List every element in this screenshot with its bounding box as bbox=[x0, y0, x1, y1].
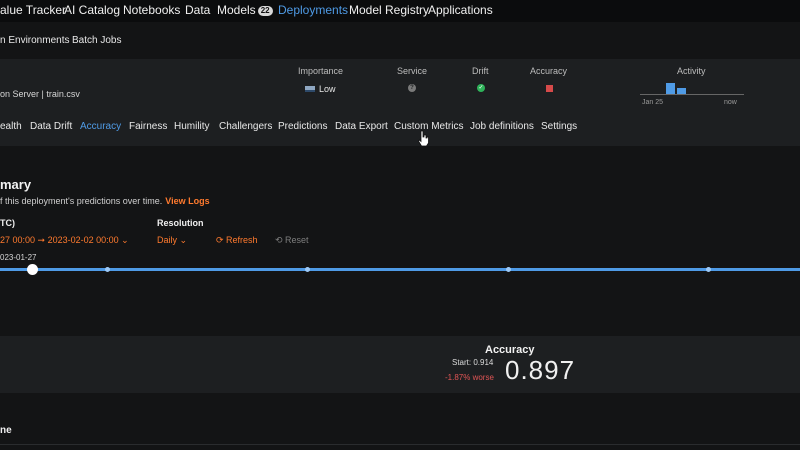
reset-button[interactable]: ⟲ Reset bbox=[275, 235, 309, 246]
metric-change: -1.87% worse bbox=[445, 373, 494, 382]
tab-job-definitions[interactable]: Job definitions bbox=[470, 121, 534, 132]
metric-current-value: 0.897 bbox=[505, 355, 576, 385]
resolution-select[interactable]: Daily ⌄ bbox=[157, 235, 187, 246]
section-title: mary bbox=[0, 177, 32, 192]
nav-models[interactable]: Models 22 bbox=[217, 3, 273, 17]
timeline-track[interactable] bbox=[0, 268, 800, 271]
sub-nav: n Environments Batch Jobs bbox=[0, 22, 800, 59]
importance-label: Low bbox=[319, 84, 336, 94]
metric-start-value: Start: 0.914 bbox=[452, 358, 494, 367]
service-unknown-icon[interactable]: ? bbox=[408, 84, 416, 92]
refresh-button[interactable]: ⟳ Refresh bbox=[216, 235, 258, 246]
nav-notebooks[interactable]: Notebooks bbox=[123, 3, 180, 17]
importance-header: Importance bbox=[298, 66, 344, 76]
nav-data[interactable]: Data bbox=[185, 3, 210, 17]
drift-header: Drift bbox=[472, 66, 489, 76]
metric-panel bbox=[0, 336, 800, 393]
tab-accuracy[interactable]: Accuracy bbox=[80, 121, 121, 132]
timeline-marker bbox=[305, 267, 310, 272]
slider-start-date: 023-01-27 bbox=[0, 253, 37, 262]
date-range-picker[interactable]: 27 00:00 ➞ 2023-02-02 00:00 ⌄ bbox=[0, 235, 129, 246]
service-header: Service bbox=[397, 66, 428, 76]
timeline-marker bbox=[706, 267, 711, 272]
timeline-slider-handle[interactable] bbox=[27, 264, 38, 275]
view-logs-link[interactable]: View Logs bbox=[165, 196, 209, 206]
timeline-marker bbox=[506, 267, 511, 272]
activity-axis bbox=[640, 94, 744, 95]
importance-value: Low bbox=[305, 84, 336, 94]
activity-header: Activity bbox=[677, 66, 706, 76]
models-count-badge: 22 bbox=[257, 6, 273, 16]
resolution-label: Resolution bbox=[157, 218, 204, 228]
importance-icon bbox=[305, 86, 315, 92]
subnav-batch-jobs[interactable]: Batch Jobs bbox=[72, 35, 121, 46]
nav-applications[interactable]: Applications bbox=[428, 3, 493, 17]
divider bbox=[0, 444, 800, 445]
description-text: f this deployment's predictions over tim… bbox=[0, 196, 163, 206]
tab-settings[interactable]: Settings bbox=[541, 121, 577, 132]
accuracy-header: Accuracy bbox=[530, 66, 568, 76]
tab-humility[interactable]: Humility bbox=[174, 121, 210, 132]
tab-data-drift[interactable]: Data Drift bbox=[30, 121, 72, 132]
nav-value-tracker[interactable]: alue Tracker bbox=[0, 3, 66, 17]
hand-cursor-icon bbox=[417, 130, 429, 146]
deployment-dataset: on Server | train.csv bbox=[0, 89, 80, 99]
subnav-environments[interactable]: n Environments bbox=[0, 35, 69, 46]
tab-service-health[interactable]: ealth bbox=[0, 121, 22, 132]
deployment-summary-panel: on Server | train.csv Importance Service… bbox=[0, 59, 800, 146]
nav-model-registry[interactable]: Model Registry bbox=[349, 3, 429, 17]
accuracy-failing-icon[interactable] bbox=[546, 85, 553, 92]
tab-challengers[interactable]: Challengers bbox=[219, 121, 272, 132]
range-label: TC) bbox=[0, 218, 15, 228]
top-nav: alue Tracker AI Catalog Notebooks Data M… bbox=[0, 0, 800, 22]
timeline-marker bbox=[105, 267, 110, 272]
bottom-section-label: ne bbox=[0, 425, 12, 436]
activity-tick-now: now bbox=[724, 99, 737, 106]
tab-fairness[interactable]: Fairness bbox=[129, 121, 167, 132]
drift-ok-icon[interactable]: ✓ bbox=[477, 84, 485, 92]
nav-models-label: Models bbox=[217, 3, 256, 17]
activity-tick-start: Jan 25 bbox=[642, 99, 664, 106]
nav-ai-catalog[interactable]: AI Catalog bbox=[64, 3, 120, 17]
tab-data-export[interactable]: Data Export bbox=[335, 121, 388, 132]
nav-deployments[interactable]: Deployments bbox=[278, 3, 348, 17]
section-description: f this deployment's predictions over tim… bbox=[0, 196, 210, 206]
activity-bar bbox=[666, 83, 675, 94]
tab-predictions[interactable]: Predictions bbox=[278, 121, 327, 132]
